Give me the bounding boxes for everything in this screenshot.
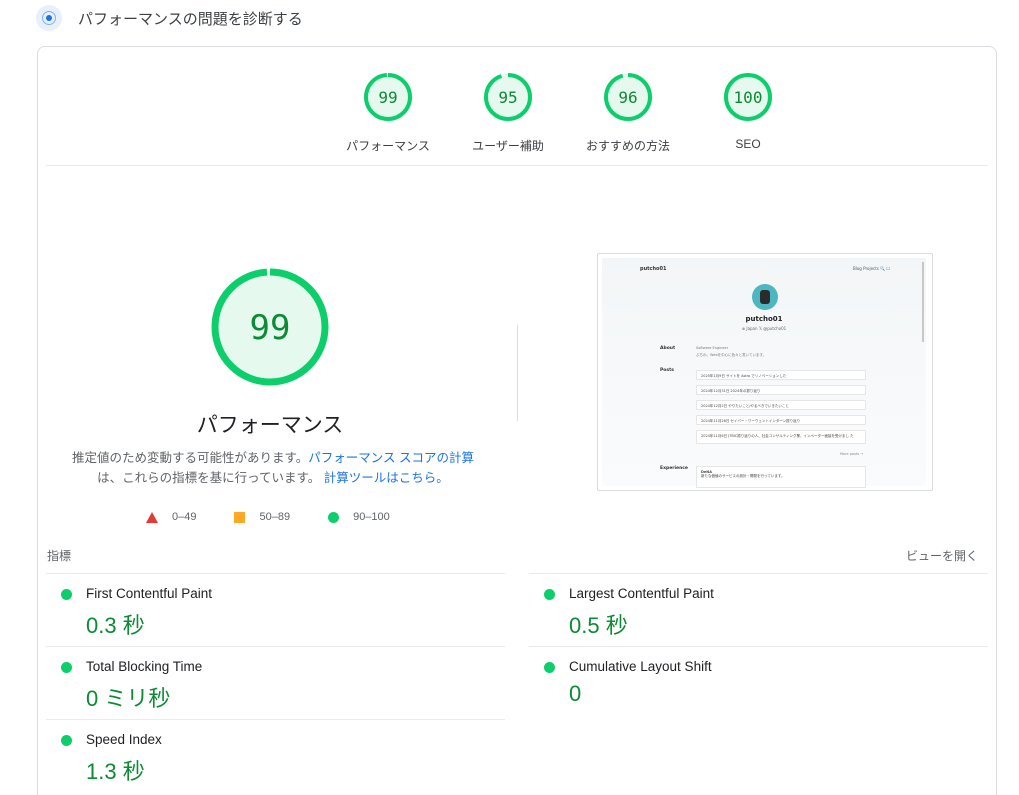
- gauge-performance[interactable]: 99 パフォーマンス: [328, 71, 448, 154]
- gauge-score: 99: [378, 88, 397, 107]
- thumb-brand: putcho01: [640, 266, 667, 272]
- metric-title: First Contentful Paint: [86, 586, 213, 601]
- metric-value: 0.5 秒: [569, 613, 628, 638]
- diagnose-icon: [36, 5, 62, 31]
- legend-label: 0–49: [172, 511, 197, 523]
- report-card: 99 パフォーマンス 95 ユーザー補助 96 おすすめの方法 100 SEO …: [37, 46, 997, 795]
- gauge-label: パフォーマンス: [346, 139, 430, 153]
- desc-text: は、これらの指標を基に行っています。: [97, 471, 321, 485]
- divider: [46, 165, 988, 166]
- thumb-post: 2024年12月31日 2024年の振り返り: [696, 385, 866, 395]
- desc-text: 推定値のため変動する可能性があります。: [72, 451, 309, 465]
- page-screenshot-thumbnail[interactable]: putcho01 Blog Projects 🔍 ☐ putcho01 ⊕ Ja…: [597, 253, 933, 491]
- metric-value: 0 ミリ秒: [86, 686, 171, 711]
- pass-circle-icon: [544, 662, 555, 673]
- metric-title: Cumulative Layout Shift: [569, 659, 712, 674]
- thumb-post: 2025年1月9日 サイトを Astro でリノベーションした: [696, 370, 866, 380]
- thumb-exp-text: 新たな価値のサービスの設計・開発を行っています。: [701, 474, 785, 478]
- circle-icon: [328, 511, 340, 523]
- thumb-nav: Blog Projects 🔍 ☐: [853, 266, 890, 271]
- pass-circle-icon: [61, 735, 72, 746]
- metric-title: Total Blocking Time: [86, 659, 203, 674]
- legend-fail: 0–49: [146, 511, 196, 523]
- gauge-score: 100: [734, 88, 763, 107]
- score-legend: 0–49 50–89 90–100: [146, 511, 428, 523]
- thumb-experience: DeNA 新たな価値のサービスの設計・開発を行っています。: [696, 466, 866, 488]
- gauge-accessibility[interactable]: 95 ユーザー補助: [448, 71, 568, 154]
- legend-average: 50–89: [234, 511, 290, 523]
- category-gauges: 99 パフォーマンス 95 ユーザー補助 96 おすすめの方法 100 SEO: [328, 71, 808, 154]
- metric-si: Speed Index 1.3 秒: [46, 719, 505, 792]
- pass-circle-icon: [544, 589, 555, 600]
- page-header: パフォーマンスの問題を診断する: [36, 4, 303, 32]
- square-icon: [234, 511, 246, 523]
- thumb-about-text: ぷちわ。Webを中心に色々と書いています。: [696, 353, 767, 357]
- metric-title: Speed Index: [86, 732, 162, 747]
- thumbnail-page: putcho01 Blog Projects 🔍 ☐ putcho01 ⊕ Ja…: [602, 258, 926, 488]
- main-score: 99: [250, 308, 291, 348]
- metric-value: 1.3 秒: [86, 759, 145, 784]
- gauge-seo[interactable]: 100 SEO: [688, 71, 808, 154]
- main-score-gauge: 99: [208, 265, 332, 393]
- vertical-divider: [517, 325, 518, 421]
- thumb-post: 2024年11月6日 JTBIC振り返りの人、社会コンサルティング業、インペータ…: [696, 430, 866, 444]
- metric-fcp: First Contentful Paint 0.3 秒: [46, 573, 505, 646]
- gauge-label: SEO: [735, 137, 761, 151]
- thumb-experience-heading: Experience: [660, 466, 688, 471]
- thumb-about-heading: About: [660, 346, 676, 351]
- page-title: パフォーマンスの問題を診断する: [78, 9, 303, 28]
- gauge-best-practices[interactable]: 96 おすすめの方法: [568, 71, 688, 154]
- thumb-posts-heading: Posts: [660, 368, 674, 373]
- metric-tbt: Total Blocking Time 0 ミリ秒: [46, 646, 505, 719]
- legend-label: 50–89: [259, 511, 291, 523]
- triangle-icon: [146, 511, 158, 523]
- metric-title: Largest Contentful Paint: [569, 586, 714, 601]
- thumb-post: 2024年12月2日 やりたいこと/やるべきでいきたいこと: [696, 400, 866, 410]
- score-description: 推定値のため変動する可能性があります。パフォーマンス スコアの計算 は、これらの…: [68, 448, 478, 488]
- metric-value: 0: [569, 681, 582, 706]
- metrics-heading: 指標: [47, 549, 72, 563]
- avatar: [752, 284, 778, 310]
- main-score-label: パフォーマンス: [196, 413, 344, 437]
- legend-pass: 90–100: [328, 511, 390, 523]
- gauge-ring: 99: [364, 73, 412, 121]
- thumb-more: More posts →: [840, 452, 864, 456]
- gauge-ring: 95: [484, 73, 532, 121]
- metric-cls: Cumulative Layout Shift 0: [529, 646, 988, 719]
- gauge-score: 96: [618, 88, 637, 107]
- metric-value: 0.3 秒: [86, 613, 145, 638]
- thumb-post: 2024年11月28日 セイバー・ワーウェントインターン振り返り: [696, 415, 866, 425]
- expand-view-button[interactable]: ビューを開く: [906, 547, 978, 564]
- gauge-ring: 100: [724, 73, 772, 121]
- score-calc-link[interactable]: パフォーマンス スコアの計算: [308, 451, 474, 465]
- gauge-label: ユーザー補助: [472, 139, 544, 153]
- thumb-name: putcho01: [745, 315, 783, 323]
- pass-circle-icon: [61, 662, 72, 673]
- gauge-score: 95: [498, 88, 517, 107]
- metric-lcp: Largest Contentful Paint 0.5 秒: [529, 573, 988, 646]
- thumb-about-text: Software Engineer: [696, 346, 729, 350]
- gauge-ring: 96: [604, 73, 652, 121]
- gauge-label: おすすめの方法: [585, 139, 670, 153]
- legend-label: 90–100: [353, 511, 390, 523]
- calculator-link[interactable]: 計算ツールはこちら。: [324, 471, 449, 485]
- pass-circle-icon: [61, 589, 72, 600]
- thumb-sub: ⊕ Japan 𝕏 @putcho01: [741, 326, 787, 331]
